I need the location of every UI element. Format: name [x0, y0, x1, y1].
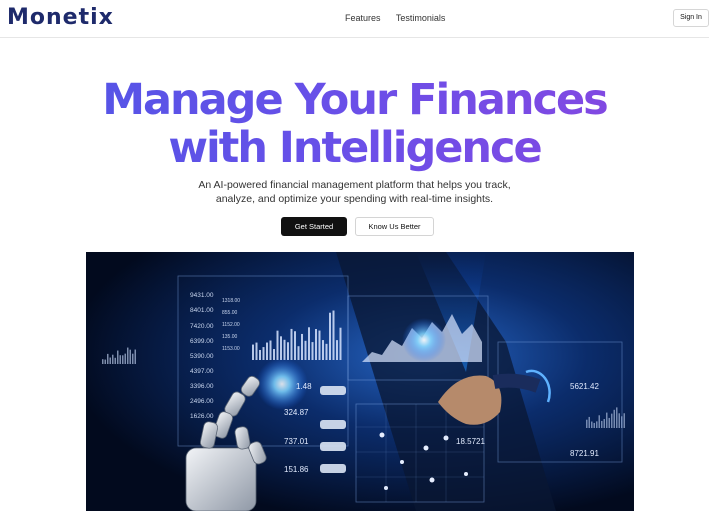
decorative-bar [117, 350, 119, 364]
decorative-bar [252, 344, 254, 360]
brand-name-prefix: Mone [7, 5, 79, 30]
decorative-bar [259, 349, 261, 360]
decorative-bar [124, 353, 126, 364]
hero-image: 9431.00 8401.00 7420.00 6399.00 5390.00 4397… [86, 252, 634, 511]
decorative-bar [596, 421, 598, 428]
decorative-bar [112, 354, 114, 364]
scale-value: 2496.00 [190, 398, 214, 405]
decorative-bar [276, 330, 279, 360]
know-us-better-button[interactable]: Know Us Better [355, 217, 434, 236]
decorative-bar [318, 330, 321, 360]
decorative-bar [273, 349, 275, 360]
decorative-bar [308, 327, 310, 360]
table-value: 1152.00 [222, 322, 240, 328]
hero-subtitle-line-1: An AI-powered financial management platf… [198, 179, 511, 191]
decorative-bar [280, 336, 282, 360]
decorative-bar [269, 340, 272, 360]
decorative-bar [336, 340, 338, 360]
nav-link-features[interactable]: Features [345, 13, 381, 23]
decorative-bar [332, 310, 335, 360]
overlay-value: 737.01 [284, 437, 309, 446]
nav-link-testimonials[interactable]: Testimonials [396, 13, 446, 23]
scale-value: 7420.00 [190, 323, 214, 330]
decorative-bar [611, 413, 613, 428]
hero-subtitle-line-2: analyze, and optimize your spending with… [215, 193, 494, 205]
table-value: 855.00 [222, 310, 238, 316]
decorative-bar [287, 342, 289, 360]
decorative-bar [301, 333, 303, 360]
scale-value: 4397.00 [190, 368, 214, 375]
decorative-bar [588, 416, 590, 428]
scale-value: 6399.00 [190, 338, 214, 345]
decorative-bar [102, 359, 104, 364]
scale-value: 5390.00 [190, 353, 214, 360]
decorative-bar [290, 328, 293, 360]
decorative-bar [134, 349, 136, 364]
decorative-bar [294, 331, 296, 360]
overlay-value: 324.87 [284, 408, 309, 417]
overlay-value: 1.48 [296, 382, 312, 391]
scale-value: 3396.00 [190, 383, 214, 390]
scale-value: 1626.00 [190, 413, 214, 420]
decorative-bar [608, 417, 610, 428]
decorative-bar [598, 415, 600, 428]
decorative-bar [304, 340, 307, 360]
decorative-bar [119, 355, 121, 364]
sign-in-button[interactable]: Sign In [673, 9, 709, 27]
left-scale-values: 9431.00 8401.00 7420.00 6399.00 5390.00 4397… [190, 292, 214, 420]
decorative-bar [109, 357, 111, 364]
scale-value: 9431.00 [190, 292, 214, 299]
decorative-bar [329, 312, 331, 360]
decorative-bar [283, 339, 286, 360]
nav-links: Features Testimonials [345, 13, 458, 23]
decorative-bar [255, 342, 258, 360]
decorative-bar [132, 353, 134, 364]
brand-logo[interactable]: Monetix [7, 5, 114, 30]
decorative-bar [591, 421, 593, 428]
decorative-bar [616, 407, 618, 428]
decorative-bar [603, 418, 605, 428]
overlay-value: 8721.91 [570, 449, 599, 458]
decorative-bar [311, 342, 314, 360]
decorative-bar [129, 349, 131, 364]
decorative-bar [266, 342, 268, 360]
get-started-button[interactable]: Get Started [281, 217, 347, 236]
brand-name-suffix: tix [78, 5, 114, 30]
top-navbar: Monetix Features Testimonials Sign In [0, 0, 709, 38]
decorative-bar [618, 413, 620, 428]
decorative-bar [262, 347, 265, 360]
decorative-bar [613, 409, 615, 428]
overlay-value: 5621.42 [570, 382, 599, 391]
overlay-value: 151.86 [284, 465, 309, 474]
decorative-bar [623, 413, 625, 428]
hero-title-line-1: Manage Your Finances [0, 76, 709, 124]
decorative-bar [315, 329, 317, 360]
decorative-bar [122, 355, 124, 364]
decorative-bar [104, 359, 106, 364]
decorative-bar [606, 412, 608, 428]
decorative-bar [107, 353, 109, 364]
decorative-bar [325, 343, 328, 360]
decorative-bar [601, 420, 603, 428]
decorative-bar [586, 419, 588, 428]
decorative-bar [114, 357, 116, 364]
decorative-bar [593, 422, 595, 428]
scale-value: 8401.00 [190, 307, 214, 314]
hero-illustration: 9431.00 8401.00 7420.00 6399.00 5390.00 4397… [86, 252, 634, 511]
table-value: 1153.00 [222, 346, 240, 352]
overlay-value: 18.5721 [456, 437, 485, 446]
hero-subtitle: An AI-powered financial management platf… [0, 178, 709, 206]
decorative-bar [339, 327, 342, 360]
decorative-bar [127, 347, 129, 364]
decorative-bar [297, 346, 300, 360]
decorative-bar [322, 340, 324, 360]
hero-title-line-2: with Intelligence [0, 124, 709, 172]
table-value: 135.00 [222, 334, 238, 340]
table-value: 1318.00 [222, 298, 240, 304]
